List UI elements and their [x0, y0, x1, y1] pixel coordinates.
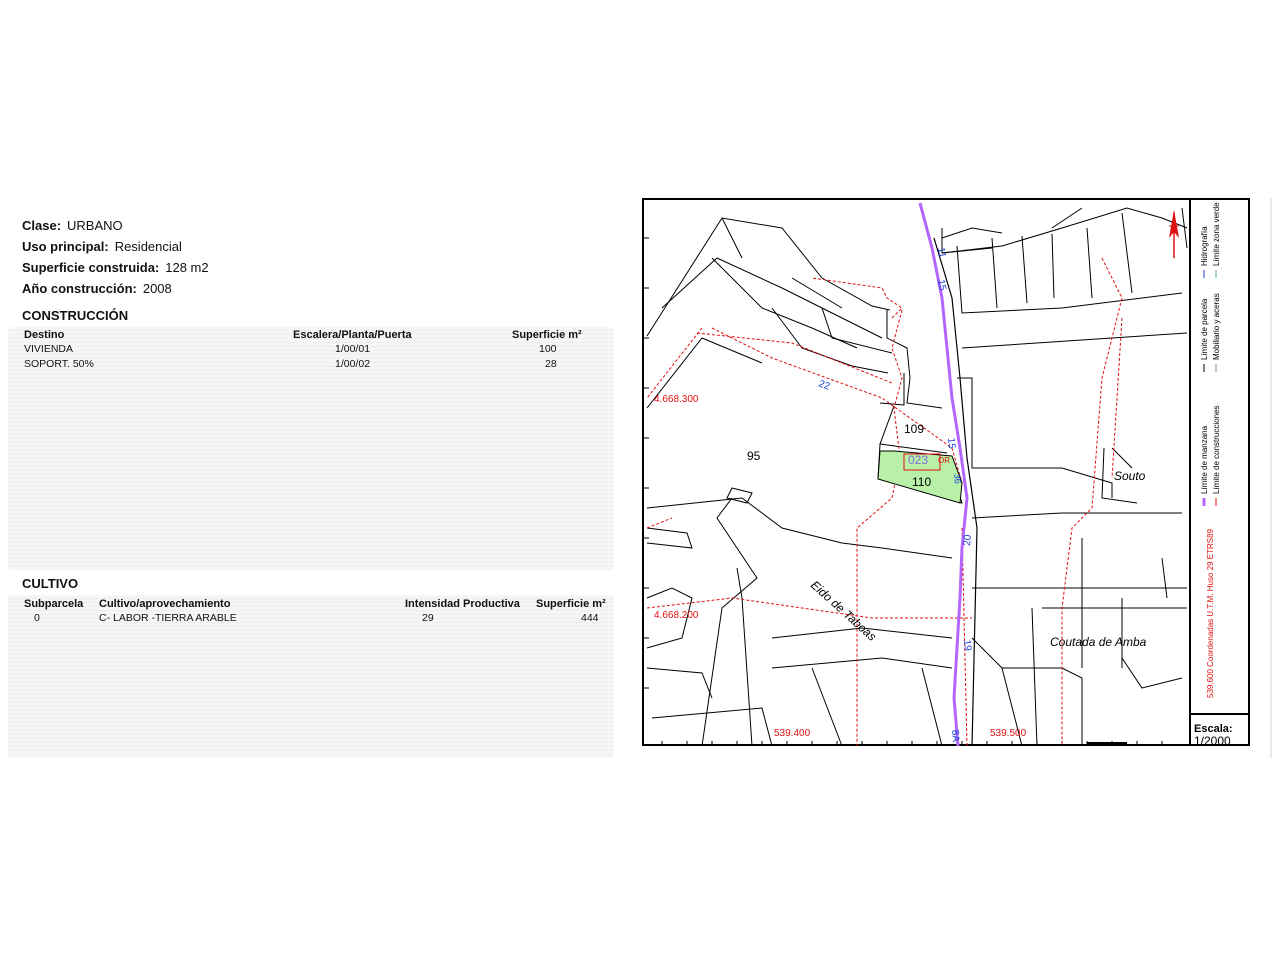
- cultivo-header-superficie: Superficie m²: [536, 598, 606, 610]
- legend-item: Límite zona verde: [1212, 202, 1221, 266]
- map-street-number: 15: [945, 437, 957, 449]
- legend-item: Hidrografía: [1200, 226, 1209, 266]
- legend-item: Mobiliario y aceras: [1212, 293, 1221, 360]
- right-edge-divider: [1270, 198, 1272, 758]
- anio-label: Año construcción:: [22, 281, 137, 296]
- construccion-header-escalera: Escalera/Planta/Puerta: [293, 329, 412, 341]
- clase-label: Clase:: [22, 218, 62, 233]
- map-coord-x: 539.400: [774, 728, 811, 739]
- superficie-label: Superficie construida:: [22, 260, 160, 275]
- cultivo-row-1-intensidad: 29: [422, 612, 434, 624]
- map-place-name: Souto: [1114, 469, 1146, 483]
- cultivo-row-1-subparcela: 0: [34, 612, 40, 624]
- map-coord-x: 539.500: [990, 728, 1027, 739]
- map-street-number: 20: [962, 534, 974, 546]
- map-parcel-label: 023: [908, 453, 928, 467]
- map-street-number: 8A: [949, 729, 961, 742]
- uso-value: Residencial: [114, 239, 182, 254]
- construccion-header-destino: Destino: [24, 329, 65, 341]
- map-place-name: Coutada de Amba: [1050, 635, 1147, 649]
- construccion-table: Destino Escalera/Planta/Puerta Superfici…: [8, 327, 614, 570]
- cultivo-header-intensidad: Intensidad Productiva: [405, 598, 520, 610]
- construccion-header-superficie: Superficie m²: [512, 329, 582, 341]
- cultivo-row-1-superficie: 444: [581, 612, 599, 624]
- cultivo-table: Subparcela Cultivo/aprovechamiento Inten…: [8, 595, 614, 758]
- construccion-row-2-destino: SOPORT. 50%: [24, 358, 94, 370]
- uso-label: Uso principal:: [22, 239, 109, 254]
- map-street-number: OR: [938, 456, 950, 465]
- legend-item: Límite de parcela: [1200, 298, 1209, 360]
- construccion-row-2-superficie: 28: [545, 358, 557, 370]
- anio-value: 2008: [142, 281, 172, 296]
- map-street-number: 36: [952, 473, 963, 484]
- map-coord-y: 4.668.200: [654, 610, 699, 621]
- map-parcel-label: 95: [747, 449, 761, 463]
- anio-row: Año construcción: 2008: [22, 281, 172, 296]
- scale-value: 1/2000: [1194, 734, 1231, 748]
- construccion-row-1-destino: VIVIENDA: [24, 343, 74, 355]
- scale-bar: [1087, 742, 1127, 746]
- clase-row: Clase: URBANO: [22, 218, 123, 233]
- cadastral-map: 109 95 110 023 Souto Eido de Taboas Cout…: [642, 198, 1252, 748]
- construccion-title: CONSTRUCCIÓN: [22, 308, 129, 323]
- legend-item: Límite de construcciones: [1212, 406, 1221, 495]
- construccion-row-1-superficie: 100: [539, 343, 557, 355]
- map-street-number: 19: [961, 639, 973, 651]
- map-parcel-label: 110: [912, 475, 931, 489]
- legend-coord-note: 539.600 Coordenadas U.T.M. Huso 29 ETRS8…: [1206, 528, 1215, 698]
- legend-item: Límite de manzana: [1200, 425, 1209, 494]
- uso-row: Uso principal: Residencial: [22, 239, 182, 254]
- superficie-value: 128 m2: [165, 260, 209, 275]
- construccion-row-2-escalera: 1/00/02: [335, 358, 371, 370]
- construccion-row-1-escalera: 1/00/01: [335, 343, 371, 355]
- map-coord-y: 4.668.300: [654, 394, 699, 405]
- clase-value: URBANO: [67, 218, 123, 233]
- cultivo-row-1-cultivo: C- LABOR -TIERRA ARABLE: [99, 612, 237, 624]
- cultivo-title: CULTIVO: [22, 576, 79, 591]
- map-parcel-label: 109: [904, 422, 924, 436]
- superficie-row: Superficie construida: 128 m2: [22, 260, 209, 275]
- cultivo-header-cultivo: Cultivo/aprovechamiento: [99, 598, 231, 610]
- cultivo-header-subparcela: Subparcela: [24, 598, 84, 610]
